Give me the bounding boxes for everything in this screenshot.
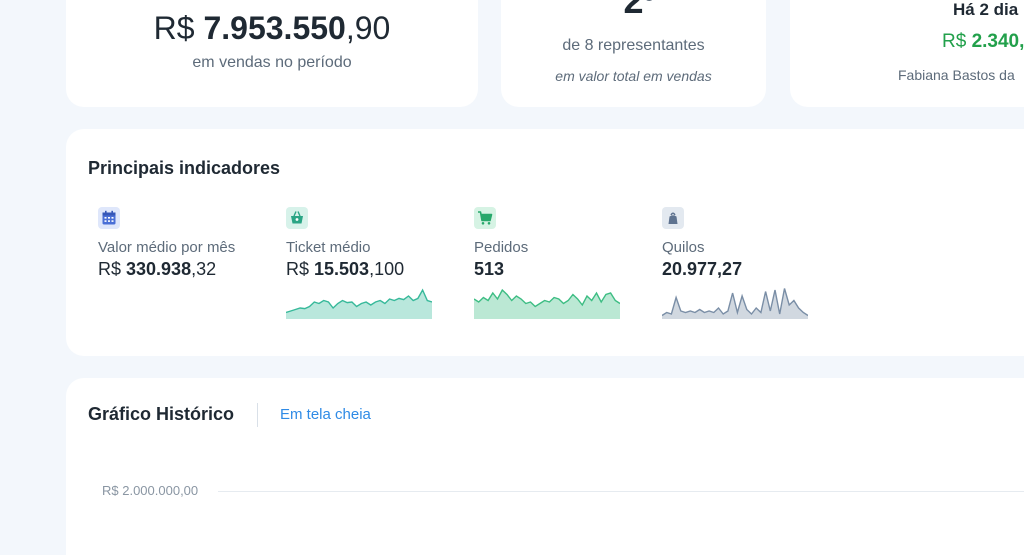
- indicators-card: Principais indicadores Valor médio por m…: [66, 129, 1024, 356]
- orders-sparkline: [474, 288, 620, 319]
- indicator-value-main: 513: [474, 259, 505, 279]
- total-sales-value: R$ 7.953.550,90: [66, 10, 478, 47]
- indicator-label: Valor médio por mês: [98, 239, 236, 256]
- bag-icon: [662, 207, 684, 229]
- chart-grid-line: [218, 491, 1024, 492]
- indicator-prefix: R$: [98, 259, 127, 279]
- indicator-kilos: Quilos 20.977,27: [662, 207, 812, 322]
- history-chart-card: Gráfico Histórico Em tela cheia R$ 2.000…: [66, 378, 1024, 555]
- indicator-value: 513: [474, 259, 504, 280]
- indicator-average-ticket: Ticket médio R$ 15.503,100: [286, 207, 436, 322]
- indicator-value: R$ 330.938,32: [98, 259, 216, 280]
- kilos-sparkline: [662, 288, 808, 319]
- sales-currency: R$: [153, 10, 195, 46]
- sparkline-area: [474, 290, 620, 319]
- fullscreen-link[interactable]: Em tela cheia: [280, 406, 371, 423]
- indicator-label: Ticket médio: [286, 239, 371, 256]
- ranking-position: 2: [623, 0, 644, 21]
- indicator-value-main: 15.503: [314, 259, 370, 279]
- indicator-orders: Pedidos 513: [474, 207, 624, 322]
- indicator-value: 20.977,27: [662, 259, 742, 280]
- ranking-caption: de 8 representantes: [562, 37, 705, 54]
- last-sale-value: R$ 2.340,: [942, 31, 1024, 53]
- sales-value-main: 7.953.550: [203, 10, 346, 46]
- ticket-sparkline: [286, 288, 432, 319]
- indicator-label: Quilos: [662, 239, 705, 256]
- indicator-prefix: R$: [286, 259, 315, 279]
- indicator-value: R$ 15.503,100: [286, 259, 404, 280]
- last-sale-amount: 2.340,: [971, 31, 1024, 52]
- last-sale-time: Há 2 dia: [953, 0, 1019, 19]
- indicator-value-rest: ,100: [369, 259, 405, 279]
- indicator-label: Pedidos: [474, 239, 529, 256]
- sales-caption: em vendas no período: [192, 54, 352, 71]
- indicator-value-main: 20.977,27: [662, 259, 743, 279]
- y-axis-tick-label: R$ 2.000.000,00: [102, 483, 199, 498]
- sales-value-cents: ,90: [345, 10, 391, 46]
- ranking-ordinal-suffix: o: [644, 0, 654, 6]
- calendar-icon: [98, 207, 120, 229]
- indicators-title: Principais indicadores: [88, 158, 281, 178]
- ranking-note: em valor total em vendas: [555, 68, 712, 84]
- basket-icon: [286, 207, 308, 229]
- indicator-value-main: 330.938: [126, 259, 192, 279]
- history-title: Gráfico Histórico: [88, 404, 235, 424]
- total-sales-card: R$ 7.953.550,90 em vendas no período: [66, 0, 478, 107]
- last-sale-seller: Fabiana Bastos da: [898, 67, 1015, 83]
- title-divider: [257, 403, 258, 427]
- cart-icon: [474, 207, 496, 229]
- ranking-card: 2 o de 8 representantes em valor total e…: [501, 0, 766, 107]
- last-sale-card: Há 2 dia R$ 2.340, Fabiana Bastos da: [790, 0, 1024, 107]
- indicator-value-rest: ,32: [191, 259, 217, 279]
- indicator-monthly-average: Valor médio por mês R$ 330.938,32: [98, 207, 248, 322]
- last-sale-currency: R$: [942, 31, 967, 52]
